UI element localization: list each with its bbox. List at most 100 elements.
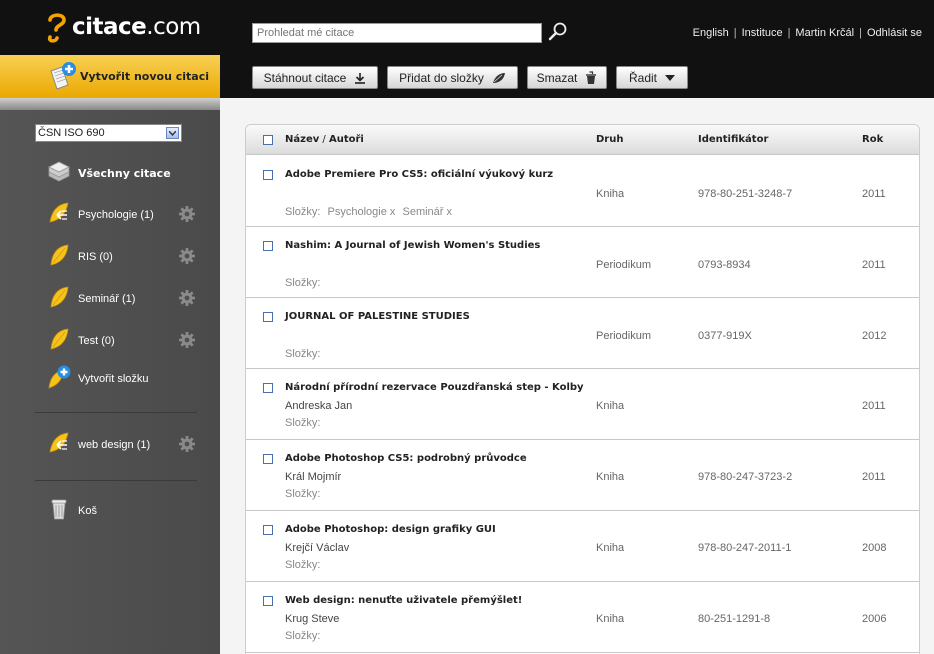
citation-folders: Složky: bbox=[285, 559, 320, 571]
table-row[interactable]: Web design: nenuťte uživatele přemýšlet!… bbox=[246, 582, 919, 653]
citation-year: 2008 bbox=[862, 542, 887, 554]
link-institution[interactable]: Instituce bbox=[742, 27, 783, 39]
table-row[interactable]: Národní přírodní rezervace Pouzdřanská s… bbox=[246, 369, 919, 440]
table-row[interactable]: Adobe Premiere Pro CS5: oficiální výukov… bbox=[246, 156, 919, 227]
create-folder-button[interactable]: Vytvořit složku bbox=[40, 364, 205, 394]
toolbar: Stáhnout citace Přidat do složky Smazat … bbox=[220, 55, 934, 98]
table-header: Název / Autoři Druh Identifikátor Rok bbox=[246, 125, 919, 155]
row-checkbox[interactable] bbox=[263, 241, 273, 251]
citation-title[interactable]: Adobe Photoshop: design grafiky GUI bbox=[285, 524, 496, 535]
row-checkbox[interactable] bbox=[263, 596, 273, 606]
link-logout[interactable]: Odhlásit se bbox=[867, 27, 922, 39]
row-checkbox[interactable] bbox=[263, 454, 273, 464]
row-checkbox[interactable] bbox=[263, 170, 273, 180]
citation-title[interactable]: Nashim: A Journal of Jewish Women's Stud… bbox=[285, 240, 540, 251]
sidebar: ČSN ISO 690 Všechny citace Psychologie (… bbox=[0, 98, 220, 654]
sidebar-item-trash[interactable]: Koš bbox=[40, 496, 205, 526]
sidebar-item-folder-seminar[interactable]: Seminář (1) bbox=[40, 284, 205, 314]
remove-folder-icon[interactable]: x bbox=[447, 206, 453, 218]
download-icon bbox=[355, 72, 366, 84]
download-citations-button[interactable]: Stáhnout citace bbox=[252, 66, 378, 89]
citation-type: Kniha bbox=[596, 542, 625, 554]
sidebar-item-folder-ris[interactable]: RIS (0) bbox=[40, 242, 205, 272]
trash-bin-icon bbox=[51, 499, 67, 520]
delete-label: Smazat bbox=[536, 70, 578, 85]
citation-folders: Složky: bbox=[285, 348, 320, 360]
sidebar-item-label: Koš bbox=[78, 505, 97, 517]
gear-icon[interactable] bbox=[178, 331, 196, 349]
table-row[interactable]: Nashim: A Journal of Jewish Women's Stud… bbox=[246, 227, 919, 298]
select-all-checkbox[interactable] bbox=[263, 135, 273, 145]
row-checkbox[interactable] bbox=[263, 525, 273, 535]
citation-title[interactable]: Národní přírodní rezervace Pouzdřanská s… bbox=[285, 382, 584, 393]
logo[interactable]: citace.com bbox=[0, 0, 220, 55]
search-input[interactable] bbox=[252, 23, 542, 43]
folders-label: Složky: bbox=[285, 348, 321, 360]
column-header-identifier[interactable]: Identifikátor bbox=[698, 134, 768, 145]
sidebar-item-label: Psychologie (1) bbox=[78, 209, 154, 221]
folders-label: Složky: bbox=[285, 630, 321, 642]
citation-type: Kniha bbox=[596, 188, 625, 200]
citation-title[interactable]: Adobe Premiere Pro CS5: oficiální výukov… bbox=[285, 169, 553, 180]
sidebar-divider bbox=[35, 412, 197, 413]
create-citation-label: Vytvořit novou citaci bbox=[80, 70, 209, 83]
folders-label: Složky: bbox=[285, 488, 321, 500]
citation-year: 2012 bbox=[862, 330, 887, 342]
citation-identifier: 0377-919X bbox=[698, 330, 752, 342]
link-english[interactable]: English bbox=[693, 27, 729, 39]
folder-tag[interactable]: Seminář x bbox=[402, 206, 452, 218]
gear-icon[interactable] bbox=[178, 435, 196, 453]
citation-identifier: 978-80-251-3248-7 bbox=[698, 188, 793, 200]
row-checkbox[interactable] bbox=[263, 312, 273, 322]
citation-type: Kniha bbox=[596, 471, 625, 483]
chevron-down-icon bbox=[166, 127, 179, 139]
delete-button[interactable]: Smazat bbox=[527, 66, 607, 89]
folders-label: Složky: bbox=[285, 206, 321, 218]
folder-tag-label: Psychologie bbox=[327, 206, 387, 218]
sidebar-item-all-citations[interactable]: Všechny citace bbox=[40, 158, 205, 188]
citation-year: 2006 bbox=[862, 613, 887, 625]
folder-tag[interactable]: Psychologie x bbox=[328, 206, 396, 218]
table-row[interactable]: Adobe Photoshop CS5: podrobný průvodce Kr… bbox=[246, 440, 919, 511]
citation-title[interactable]: JOURNAL OF PALESTINE STUDIES bbox=[285, 311, 470, 322]
table-row[interactable]: Adobe Photoshop: design grafiky GUI Krejč… bbox=[246, 511, 919, 582]
gear-icon[interactable] bbox=[178, 205, 196, 223]
sidebar-item-folder-web-design[interactable]: web design (1) bbox=[40, 430, 205, 460]
remove-folder-icon[interactable]: x bbox=[390, 206, 396, 218]
folders-label: Složky: bbox=[285, 277, 321, 289]
citation-author: Krejčí Václav bbox=[285, 542, 350, 554]
folder-tag-label: Seminář bbox=[402, 206, 444, 218]
add-to-folder-label: Přidat do složky bbox=[399, 70, 484, 85]
link-user-profile[interactable]: Martin Krčál bbox=[795, 27, 854, 39]
citation-style-select[interactable]: ČSN ISO 690 bbox=[35, 124, 182, 142]
column-header-title[interactable]: Název / Autoři bbox=[285, 134, 364, 145]
folders-label: Složky: bbox=[285, 417, 321, 429]
citation-type: Kniha bbox=[596, 613, 625, 625]
new-citation-icon bbox=[50, 62, 76, 90]
table-row[interactable]: JOURNAL OF PALESTINE STUDIES Složky: Perio… bbox=[246, 298, 919, 369]
citation-title[interactable]: Adobe Photoshop CS5: podrobný průvodce bbox=[285, 453, 527, 464]
citation-folders: Složky: bbox=[285, 488, 320, 500]
column-header-year[interactable]: Rok bbox=[862, 134, 883, 145]
add-to-folder-button[interactable]: Přidat do složky bbox=[387, 66, 518, 89]
citation-identifier: 978-80-247-3723-2 bbox=[698, 471, 793, 483]
sidebar-item-folder-test[interactable]: Test (0) bbox=[40, 326, 205, 356]
gear-icon[interactable] bbox=[178, 247, 196, 265]
sort-button[interactable]: Řadit bbox=[616, 66, 688, 89]
sidebar-item-label: Všechny citace bbox=[78, 166, 171, 180]
sidebar-item-folder-psychologie[interactable]: Psychologie (1) bbox=[40, 200, 205, 230]
search-icon[interactable] bbox=[546, 20, 570, 44]
row-checkbox[interactable] bbox=[263, 383, 273, 393]
folder-leaf-icon bbox=[50, 328, 69, 350]
top-bar: citace.com English|Instituce|Martin Krčá… bbox=[0, 0, 934, 55]
sidebar-item-label: RIS (0) bbox=[78, 251, 113, 263]
gear-icon[interactable] bbox=[178, 289, 196, 307]
column-header-type[interactable]: Druh bbox=[596, 134, 623, 145]
citation-author: Andreska Jan bbox=[285, 400, 353, 412]
leaf-icon bbox=[492, 72, 505, 83]
citation-year: 2011 bbox=[862, 259, 886, 271]
create-folder-label: Vytvořit složku bbox=[78, 373, 149, 385]
create-citation-button[interactable]: Vytvořit novou citaci bbox=[0, 55, 220, 98]
citation-title[interactable]: Web design: nenuťte uživatele přemýšlet! bbox=[285, 595, 522, 606]
citation-type: Kniha bbox=[596, 400, 625, 412]
